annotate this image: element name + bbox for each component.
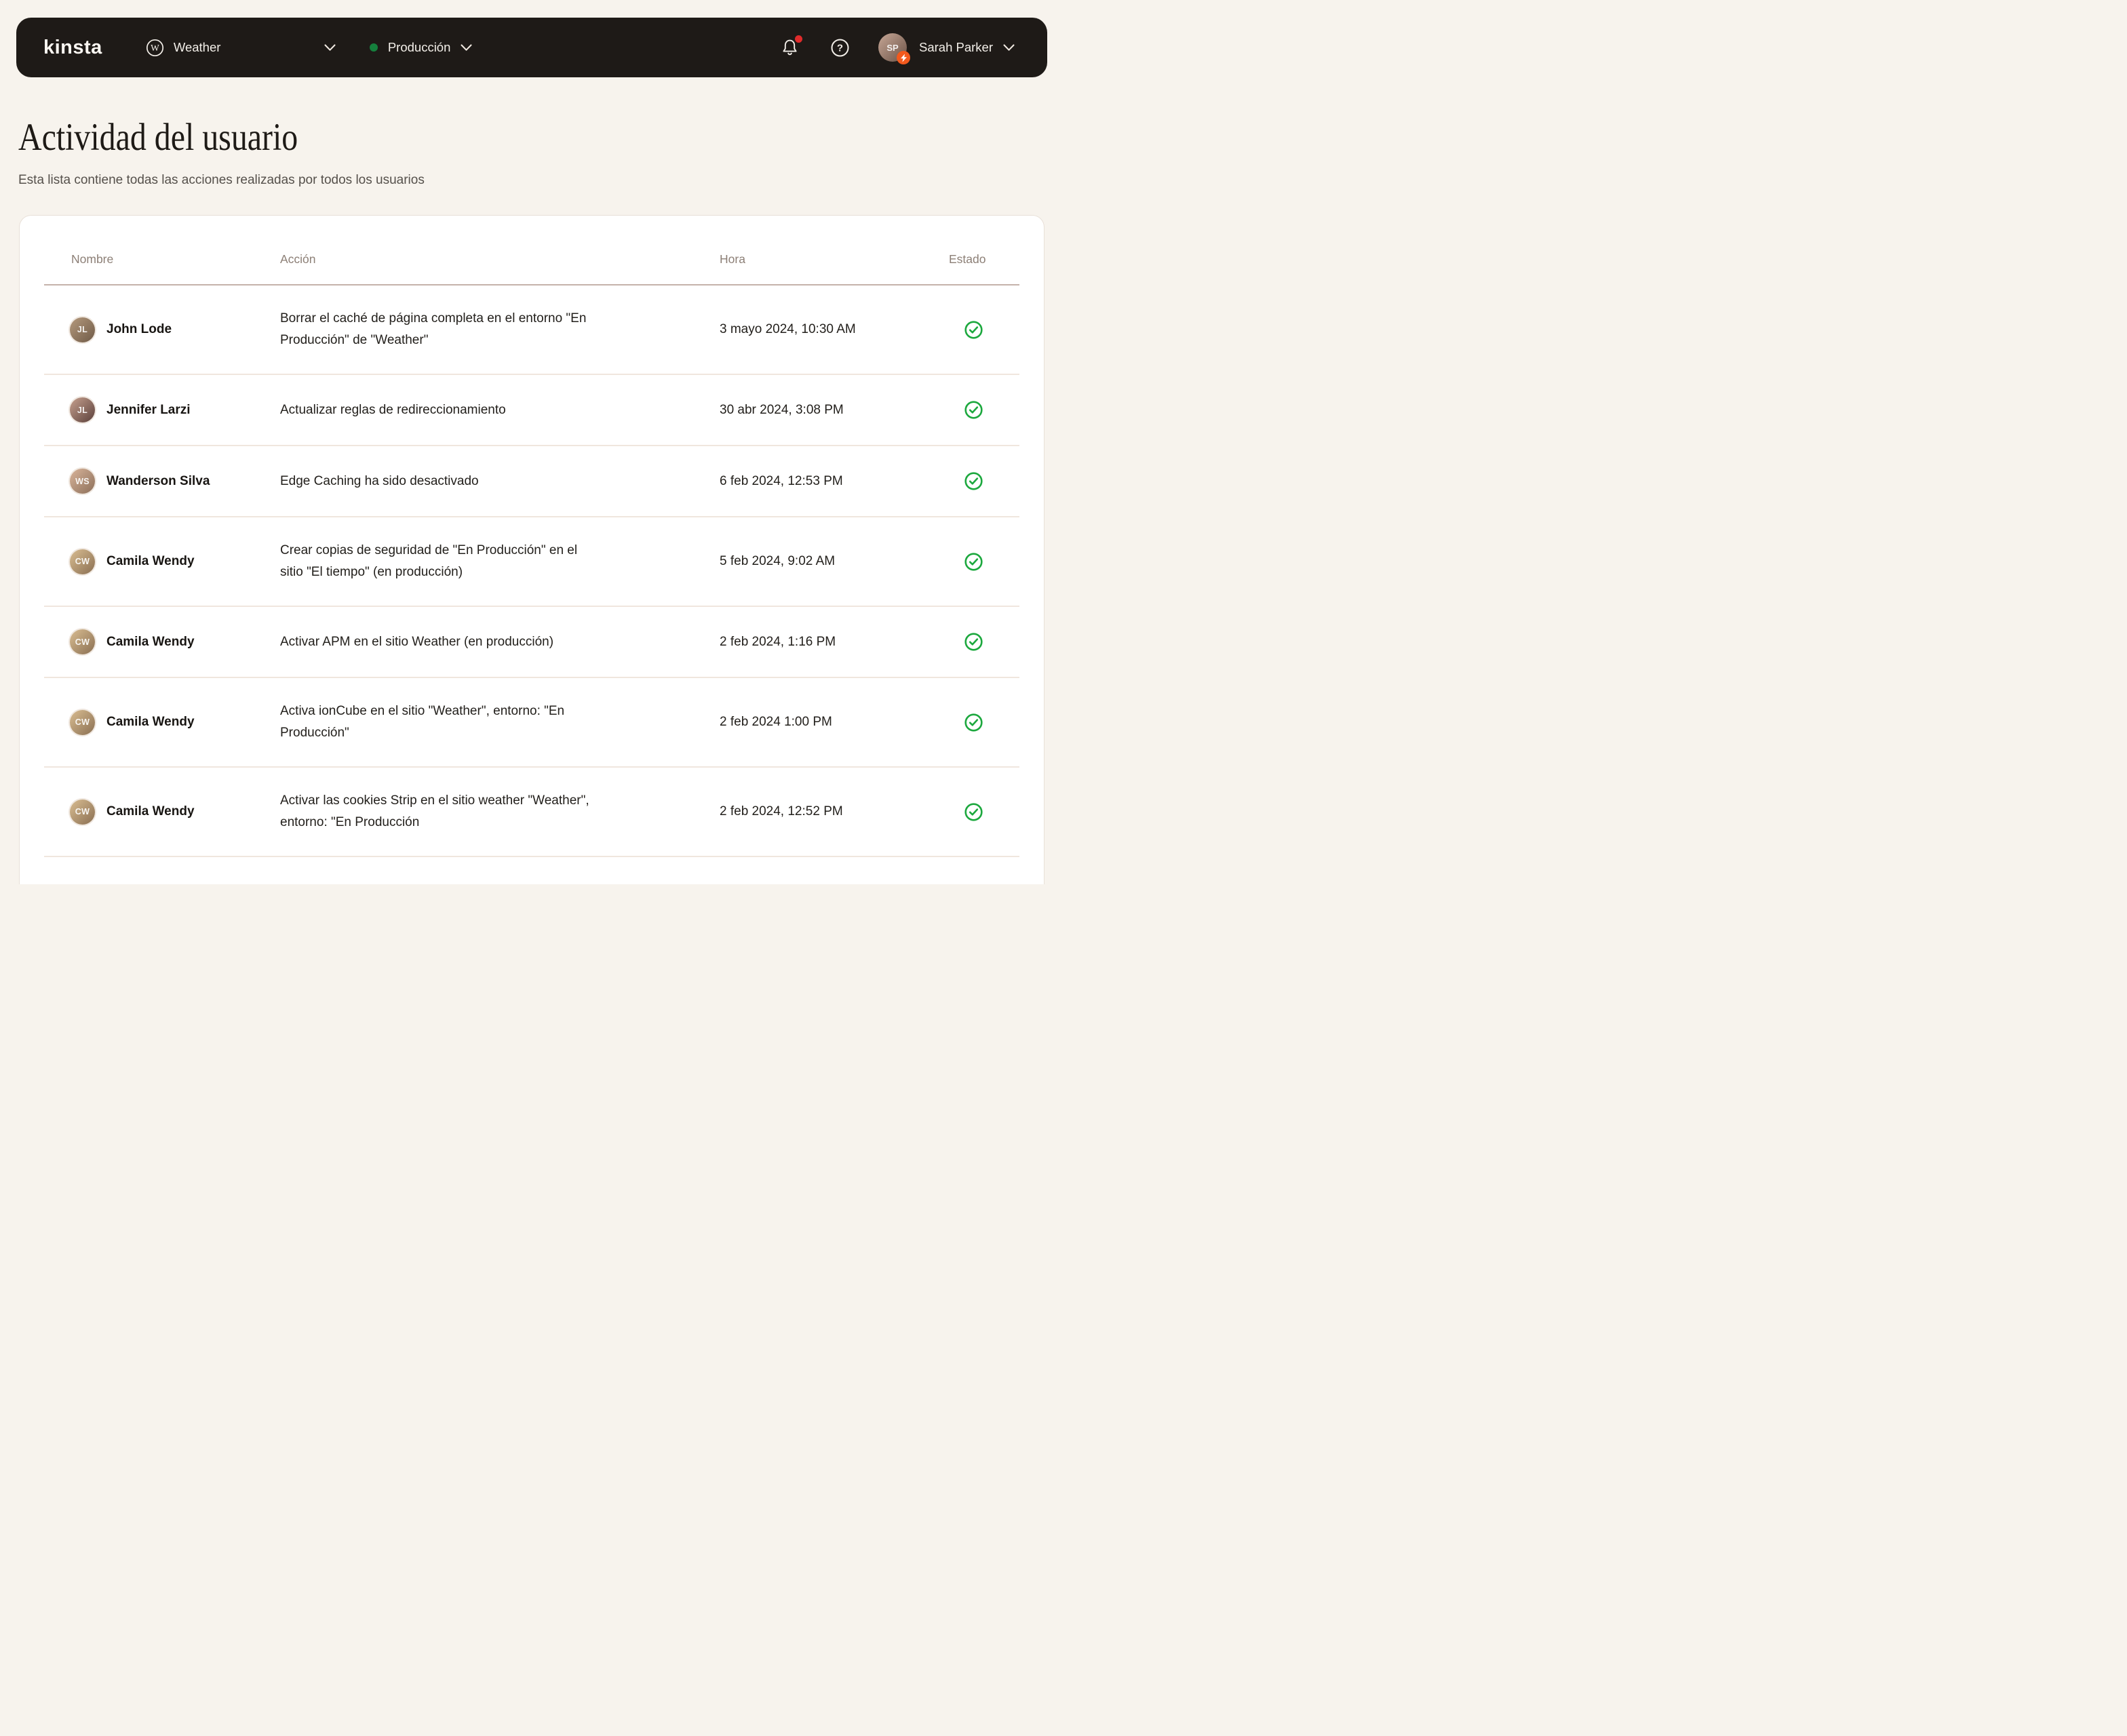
column-header-accion: Acción: [280, 252, 720, 267]
table-row: WS Wanderson Silva Edge Caching ha sido …: [44, 446, 1019, 517]
row-status: [949, 320, 1019, 340]
avatar: JL: [70, 397, 95, 422]
top-navbar: kinsta W Weather Producción: [16, 18, 1047, 77]
row-timestamp: 5 feb 2024, 9:02 AM: [720, 554, 949, 569]
chevron-down-icon[interactable]: [1003, 44, 1015, 52]
success-check-icon: [964, 802, 983, 822]
avatar: CW: [70, 800, 95, 825]
table-row: JL John Lode Borrar el caché de página c…: [44, 285, 1019, 375]
row-action-text: Edge Caching ha sido desactivado: [280, 471, 720, 492]
row-status: [949, 400, 1019, 420]
site-selector-label: Weather: [174, 40, 221, 55]
column-header-estado: Estado: [949, 252, 1019, 267]
row-status: [949, 632, 1019, 652]
row-timestamp: 30 abr 2024, 3:08 PM: [720, 403, 949, 418]
row-timestamp: 2 feb 2024, 1:16 PM: [720, 635, 949, 650]
row-action-text: Activa ionCube en el sitio "Weather", en…: [280, 701, 720, 744]
row-user-name: Camila Wendy: [106, 554, 195, 569]
row-user-name: Wanderson Silva: [106, 474, 210, 489]
environment-status-dot: [370, 43, 378, 52]
row-timestamp: 6 feb 2024, 12:53 PM: [720, 474, 949, 489]
row-user-name: Camila Wendy: [106, 715, 195, 730]
avatar: CW: [70, 629, 95, 654]
avatar: CW: [70, 710, 95, 735]
environment-selector-label: Producción: [388, 40, 451, 55]
table-row: CW Camila Wendy Crear copias de segurida…: [44, 517, 1019, 607]
chevron-down-icon: [461, 44, 472, 52]
avatar: WS: [70, 469, 95, 494]
success-check-icon: [964, 400, 983, 420]
activity-card: Nombre Acción Hora Estado JL John Lode B…: [19, 215, 1045, 884]
row-action-text: Activar las cookies Strip en el sitio we…: [280, 790, 720, 833]
table-header-row: Nombre Acción Hora Estado: [44, 216, 1019, 284]
row-status: [949, 802, 1019, 822]
svg-text:?: ?: [837, 42, 843, 54]
success-check-icon: [964, 713, 983, 732]
page-title: Actividad del usuario: [18, 115, 896, 159]
row-timestamp: 2 feb 2024 1:00 PM: [720, 715, 949, 730]
activity-table-body: JL John Lode Borrar el caché de página c…: [44, 285, 1019, 857]
table-row: JL Jennifer Larzi Actualizar reglas de r…: [44, 375, 1019, 446]
site-selector-dropdown[interactable]: W Weather: [146, 39, 336, 57]
kinsta-logo[interactable]: kinsta: [43, 37, 102, 59]
row-user-name: Camila Wendy: [106, 635, 195, 650]
success-check-icon: [964, 632, 983, 652]
table-row: CW Camila Wendy Activar APM en el sitio …: [44, 607, 1019, 678]
row-status: [949, 471, 1019, 491]
table-row: CW Camila Wendy Activa ionCube en el sit…: [44, 678, 1019, 768]
row-action-text: Borrar el caché de página completa en el…: [280, 308, 720, 351]
row-timestamp: 3 mayo 2024, 10:30 AM: [720, 322, 949, 337]
column-header-nombre: Nombre: [44, 252, 280, 267]
success-check-icon: [964, 471, 983, 491]
page-subtitle: Esta lista contiene todas las acciones r…: [18, 173, 1064, 188]
avatar: CW: [70, 549, 95, 574]
success-check-icon: [964, 320, 983, 340]
notifications-button[interactable]: [781, 38, 799, 57]
help-icon: ?: [830, 38, 850, 58]
svg-text:W: W: [151, 43, 159, 53]
table-row: CW Camila Wendy Activar las cookies Stri…: [44, 768, 1019, 857]
chevron-down-icon: [324, 44, 336, 52]
avatar: JL: [70, 317, 95, 342]
environment-selector-dropdown[interactable]: Producción: [370, 40, 473, 55]
row-user-name: John Lode: [106, 322, 172, 337]
notification-dot: [795, 35, 802, 43]
row-status: [949, 552, 1019, 572]
row-status: [949, 713, 1019, 732]
help-button[interactable]: ?: [830, 38, 850, 58]
lightning-badge-icon: [897, 51, 910, 64]
row-action-text: Activar APM en el sitio Weather (en prod…: [280, 631, 720, 653]
row-action-text: Crear copias de seguridad de "En Producc…: [280, 540, 720, 583]
row-timestamp: 2 feb 2024, 12:52 PM: [720, 804, 949, 819]
column-header-hora: Hora: [720, 252, 949, 267]
row-action-text: Actualizar reglas de redireccionamiento: [280, 399, 720, 421]
user-avatar[interactable]: SP: [878, 33, 907, 62]
user-menu-name[interactable]: Sarah Parker: [919, 40, 993, 55]
wordpress-icon: W: [146, 39, 164, 57]
row-user-name: Camila Wendy: [106, 804, 195, 819]
row-user-name: Jennifer Larzi: [106, 403, 191, 418]
success-check-icon: [964, 552, 983, 572]
